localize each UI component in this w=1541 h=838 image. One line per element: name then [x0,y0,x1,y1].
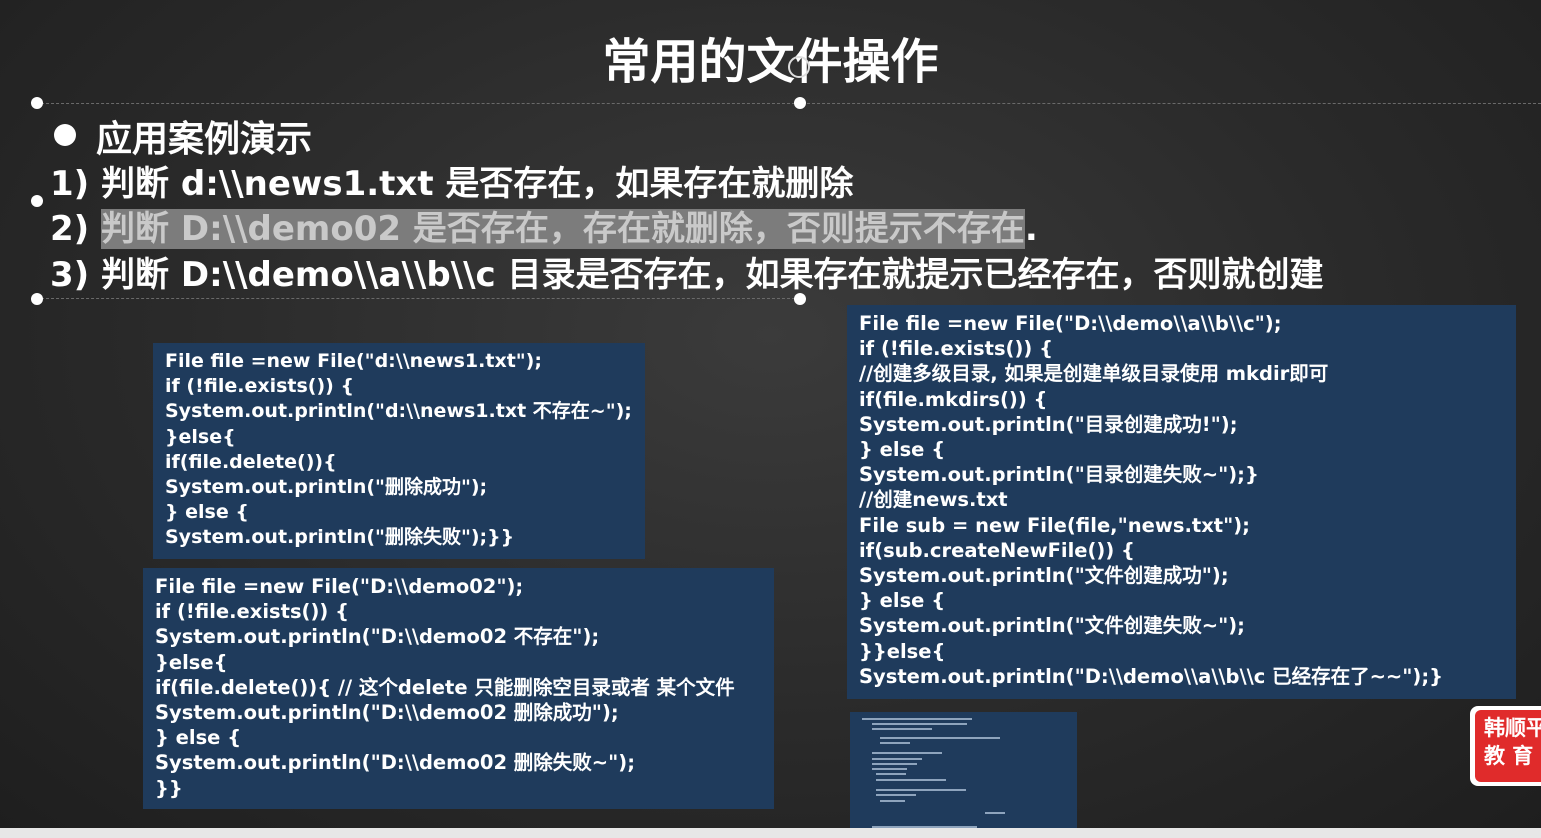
brand-name: 韩顺平 [1484,716,1541,740]
resize-handle-top-left[interactable] [31,97,43,109]
list-item: 3) 判断 D:\\demo\\a\\b\\c 目录是否存在，如果存在就提示已经… [50,247,1324,296]
list-item: 2) 判断 D:\\demo02 是否存在，存在就删除，否则提示不存在. [50,201,1038,250]
code-line: System.out.println("d:\\news1.txt 不存在~")… [165,400,632,423]
code-line: if(file.delete()){ // 这个delete 只能删除空目录或者… [155,675,735,699]
section-heading: 应用案例演示 [96,119,313,160]
code-line: } else { [165,501,249,524]
code-line: System.out.println("删除成功"); [165,476,488,499]
slide-title: 常用的文件操作 [602,34,939,90]
code-line: }}else{ [859,639,946,663]
code-block-news1: File file =new File("d:\\news1.txt"); if… [153,343,645,559]
code-line: }else{ [165,425,236,448]
code-line: } else { [859,438,946,462]
code-line: }} [155,776,183,800]
item-number: 3) [50,255,90,295]
code-line: File file =new File("D:\\demo02"); [155,575,524,598]
list-item: 1) 判断 d:\\news1.txt 是否存在，如果存在就删除 [50,156,853,205]
code-line: File file =new File("d:\\news1.txt"); [165,350,542,372]
selection-frame-bottom [36,298,800,299]
selected-text-highlight[interactable]: 判断 D:\\demo02 是否存在，存在就删除，否则提示不存在 [101,209,1025,249]
code-thumbnail-image [850,712,1077,838]
code-line: if(sub.createNewFile()) { [859,538,1135,562]
code-line: } else { [155,726,242,750]
code-line: if(file.delete()){ [165,450,337,473]
resize-handle-bottom-left[interactable] [31,293,43,305]
item-text: 判断 d:\\news1.txt 是否存在，如果存在就删除 [101,164,854,204]
code-line: if (!file.exists()) { [859,337,1053,361]
code-line: if(file.mkdirs()) { [859,387,1048,411]
code-line: File sub = new File(file,"news.txt"); [859,513,1250,537]
item-number: 2) [50,209,90,249]
code-line: System.out.println("目录创建失败~");} [859,463,1259,487]
code-line: System.out.println("文件创建成功"); [859,564,1229,588]
bottom-strip [0,828,1541,838]
item-number: 1) [50,164,90,204]
code-line: } else { [859,589,946,613]
code-line: System.out.println("删除失败");}} [165,526,515,549]
resize-handle-middle-left[interactable] [31,195,43,207]
code-line: File file =new File("D:\\demo\\a\\b\\c")… [859,312,1282,335]
code-line: }else{ [155,650,228,674]
brand-subtitle: 教 育 [1484,744,1534,768]
item-text-tail: . [1024,209,1038,249]
code-line: if (!file.exists()) { [165,375,354,398]
resize-handle-top-middle[interactable] [794,97,806,109]
code-line: System.out.println("D:\\demo\\a\\b\\c 已经… [859,664,1444,688]
code-line: System.out.println("D:\\demo02 不存在"); [155,625,600,649]
bullet-icon [54,124,76,146]
code-line: System.out.println("D:\\demo02 删除成功"); [155,701,619,725]
brand-badge: 韩顺平 教 育 [1470,706,1541,786]
item-text: 判断 D:\\demo\\a\\b\\c 目录是否存在，如果存在就提示已经存在，… [101,255,1324,295]
code-line: //创建news.txt [859,488,1008,512]
code-block-demo-abc: File file =new File("D:\\demo\\a\\b\\c")… [847,305,1516,699]
code-block-demo02: File file =new File("D:\\demo02"); if (!… [143,568,774,809]
rotate-handle-icon[interactable] [788,56,810,78]
selection-frame-top [36,103,1541,104]
code-line: //创建多级目录, 如果是创建单级目录使用 mkdir即可 [859,362,1329,386]
code-line: System.out.println("目录创建成功!"); [859,412,1238,436]
code-line: System.out.println("文件创建失败~"); [859,614,1245,638]
code-line: System.out.println("D:\\demo02 删除失败~"); [155,751,636,775]
brand-badge-logo: 韩顺平 教 育 [1475,710,1541,782]
code-line: if (!file.exists()) { [155,600,349,624]
